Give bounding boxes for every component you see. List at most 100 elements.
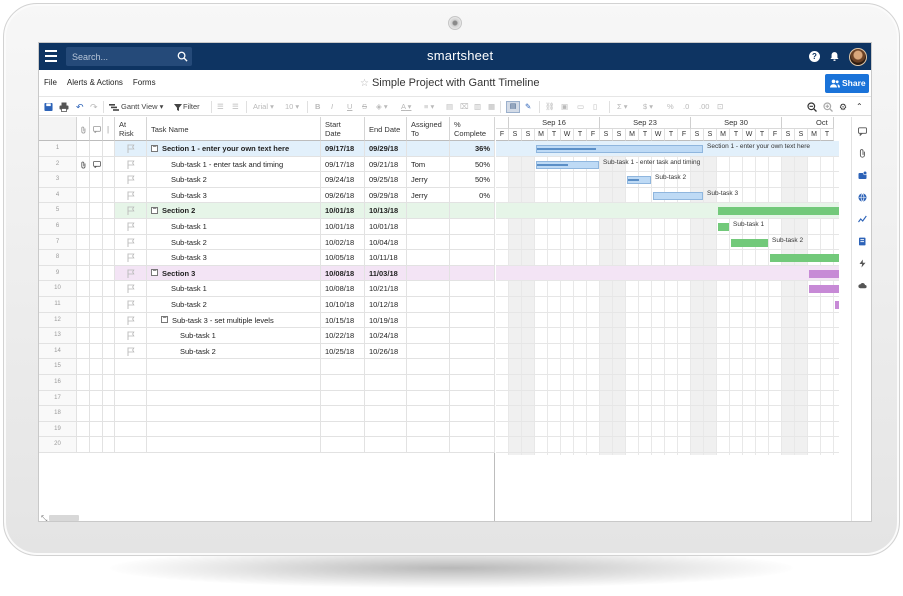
action-cell[interactable] (103, 312, 115, 329)
action-cell[interactable] (103, 437, 115, 453)
attachments-column-header[interactable] (77, 117, 90, 141)
table-row[interactable]: 4 Sub-task 3 09/26/18 09/29/18 Jerry 0% (39, 187, 495, 204)
horizontal-scrollbar[interactable] (49, 515, 79, 521)
user-avatar[interactable] (849, 47, 867, 66)
at-risk-cell[interactable] (115, 265, 147, 282)
percent-complete-cell[interactable]: 50% (450, 172, 495, 188)
attachment-cell[interactable] (77, 156, 90, 173)
undo-icon[interactable]: ↶ (76, 101, 84, 113)
comment-cell[interactable] (90, 421, 103, 438)
expand-grid-icon[interactable]: ⤡ (41, 514, 47, 521)
fill-color-icon[interactable]: ◈ ▾ (376, 101, 388, 113)
end-date-cell[interactable] (365, 437, 407, 453)
action-cell[interactable] (103, 172, 115, 188)
redo-icon[interactable]: ↷ (90, 101, 98, 113)
percent-complete-cell[interactable] (450, 265, 495, 282)
bold-button[interactable]: B (315, 101, 320, 113)
start-date-cell[interactable]: 10/08/18 (321, 265, 365, 282)
percent-complete-cell[interactable] (450, 219, 495, 235)
favorite-star-icon[interactable]: ☆ (360, 78, 369, 89)
comment-cell[interactable] (90, 437, 103, 453)
action-cell[interactable] (103, 203, 115, 219)
align-icon[interactable]: ≡ ▾ (424, 101, 434, 113)
flag-icon[interactable] (127, 331, 135, 341)
gantt-task-bar[interactable] (718, 223, 729, 231)
task-name-cell[interactable] (147, 421, 321, 438)
end-date-cell[interactable]: 10/19/18 (365, 312, 407, 329)
menu-forms[interactable]: Forms (133, 78, 156, 87)
decimal-decrease-icon[interactable]: .0 (683, 101, 689, 113)
at-risk-cell[interactable] (115, 172, 147, 188)
gantt-task-bar[interactable] (770, 254, 839, 263)
task-name-cell[interactable]: Sub-task 2 (147, 343, 321, 360)
assigned-to-cell[interactable] (407, 203, 450, 219)
end-date-cell[interactable] (365, 406, 407, 422)
comment-icon[interactable] (93, 160, 101, 168)
end-date-cell[interactable]: 10/11/18 (365, 250, 407, 266)
flag-icon[interactable] (127, 253, 135, 263)
assigned-to-cell[interactable]: Jerry (407, 187, 450, 204)
flag-icon[interactable] (127, 284, 135, 294)
paperclip-icon[interactable] (80, 161, 87, 169)
at-risk-cell[interactable] (115, 203, 147, 219)
percent-complete-cell[interactable] (450, 281, 495, 297)
table-row[interactable]: 20 (39, 437, 495, 453)
percent-complete-cell[interactable] (450, 406, 495, 422)
attachment-cell[interactable] (77, 141, 90, 157)
comment-cell[interactable] (90, 187, 103, 204)
clear-format-icon[interactable]: ⌧ (460, 101, 469, 113)
start-date-cell[interactable] (321, 406, 365, 422)
summary-icon[interactable] (858, 237, 867, 246)
attachment-cell[interactable] (77, 328, 90, 344)
comment-cell[interactable] (90, 234, 103, 251)
gantt-task-bar[interactable] (653, 191, 703, 200)
attachment-cell[interactable] (77, 359, 90, 375)
table-row[interactable]: 16 (39, 375, 495, 391)
table-row[interactable]: 6 Sub-task 1 10/01/18 10/01/18 (39, 219, 495, 235)
percent-complete-cell[interactable] (450, 437, 495, 453)
at-risk-cell[interactable] (115, 390, 147, 407)
start-date-cell[interactable] (321, 375, 365, 391)
assigned-to-cell[interactable] (407, 250, 450, 266)
gantt-task-bar[interactable] (718, 207, 839, 216)
task-name-column-header[interactable]: Task Name (147, 117, 321, 141)
start-date-cell[interactable]: 10/22/18 (321, 328, 365, 344)
table-row[interactable]: 5− Section 2 10/01/18 10/13/18 (39, 203, 495, 219)
link-icon[interactable]: ⛓ (545, 101, 555, 113)
percent-complete-cell[interactable] (450, 328, 495, 344)
action-cell[interactable] (103, 250, 115, 266)
table-row[interactable]: 3 Sub-task 2 09/24/18 09/25/18 Jerry 50% (39, 172, 495, 188)
percent-complete-cell[interactable] (450, 375, 495, 391)
end-date-cell[interactable]: 10/24/18 (365, 328, 407, 344)
table-row[interactable]: 7 Sub-task 2 10/02/18 10/04/18 (39, 234, 495, 251)
lock-icon[interactable]: ⊡ (717, 101, 723, 113)
action-cell[interactable] (103, 328, 115, 344)
percent-complete-cell[interactable] (450, 390, 495, 407)
task-name-cell[interactable]: Sub-task 1 - enter task and timing (147, 156, 321, 173)
publish-globe-icon[interactable] (858, 193, 867, 202)
action-cell[interactable] (103, 187, 115, 204)
indent-icon[interactable]: ☰ (217, 101, 224, 113)
start-date-cell[interactable]: 10/01/18 (321, 219, 365, 235)
at-risk-cell[interactable] (115, 406, 147, 422)
assigned-to-cell[interactable] (407, 219, 450, 235)
comment-cell[interactable] (90, 265, 103, 282)
task-name-cell[interactable]: Sub-task 1 (147, 219, 321, 235)
action-cell[interactable] (103, 141, 115, 157)
comment-cell[interactable] (90, 406, 103, 422)
end-date-cell[interactable]: 10/01/18 (365, 219, 407, 235)
wrap-text-icon[interactable]: ▤ (446, 101, 453, 113)
comment-cell[interactable] (90, 203, 103, 219)
percent-complete-cell[interactable] (450, 297, 495, 313)
table-row[interactable]: 10 Sub-task 1 10/08/18 10/21/18 (39, 281, 495, 297)
collapse-toggle-icon[interactable]: − (161, 315, 168, 324)
assigned-to-cell[interactable] (407, 343, 450, 360)
save-icon[interactable] (44, 101, 53, 113)
automation-icon[interactable] (858, 259, 867, 268)
start-date-cell[interactable] (321, 390, 365, 407)
attachment-cell[interactable] (77, 406, 90, 422)
task-name-cell[interactable]: Sub-task 3 (147, 250, 321, 266)
hamburger-menu-icon[interactable] (45, 50, 57, 62)
action-cell[interactable] (103, 265, 115, 282)
task-name-cell[interactable] (147, 437, 321, 453)
